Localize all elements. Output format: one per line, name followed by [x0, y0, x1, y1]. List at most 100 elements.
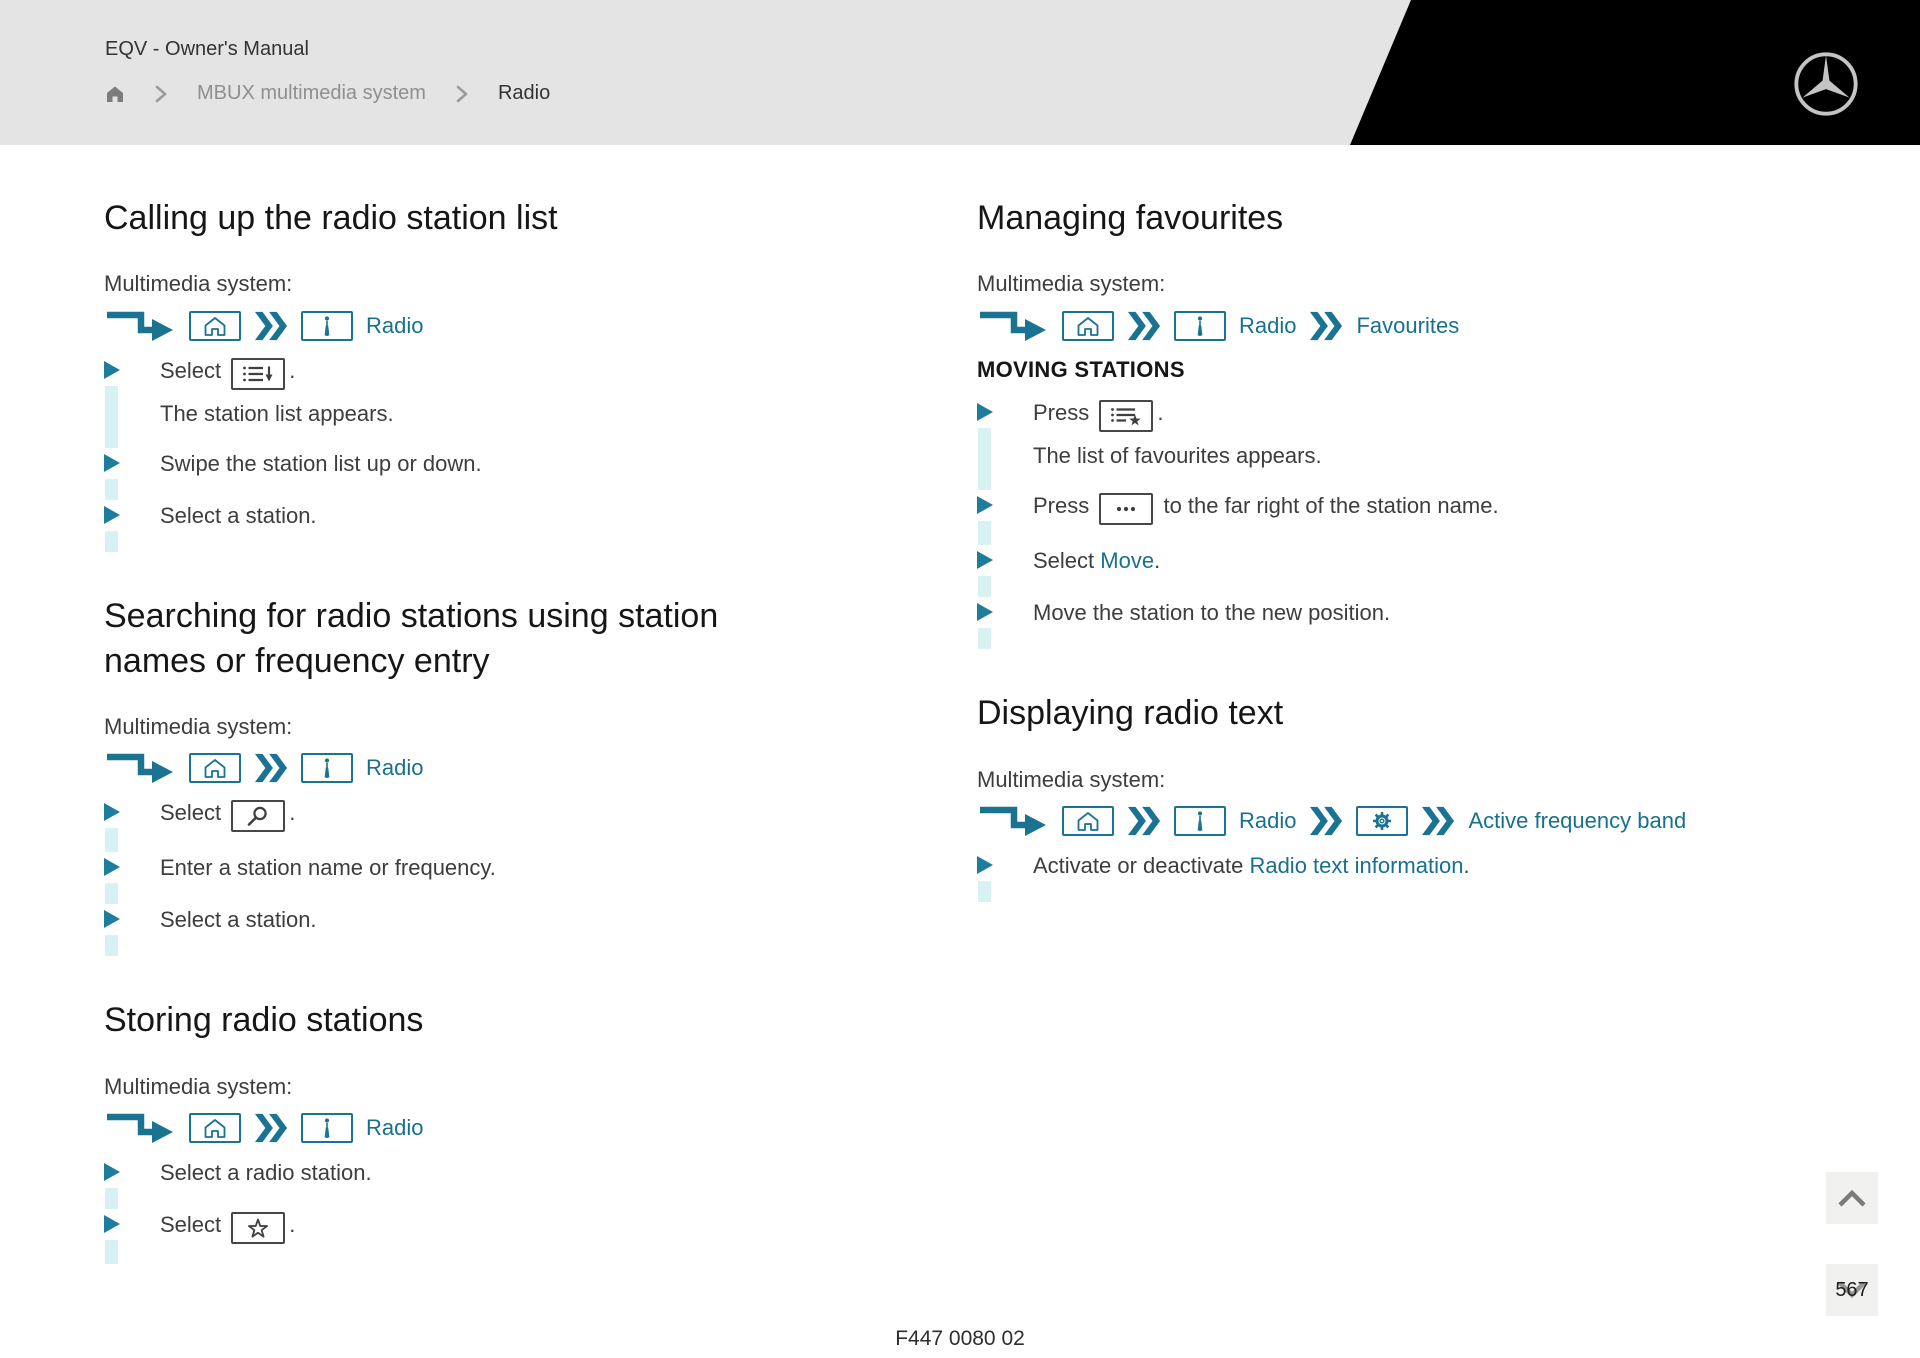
page-number: 567 — [1835, 1278, 1869, 1301]
subsection-heading: MOVING STATIONS — [977, 356, 1185, 382]
scroll-to-top-button[interactable] — [1826, 1172, 1878, 1224]
manual-title: EQV - Owner's Manual — [105, 38, 309, 60]
system-label: Multimedia system: — [104, 1073, 293, 1099]
step-text: Swipe the station list up or down. — [160, 451, 482, 477]
step-text: Select — [160, 800, 228, 826]
double-chevron-icon — [1421, 806, 1455, 836]
step: Select . — [104, 799, 804, 854]
menu-path: Radio Active frequency band — [977, 802, 1686, 840]
step-text: . — [1157, 399, 1164, 425]
radio-tower-icon — [301, 1113, 353, 1144]
menu-path: Radio — [104, 749, 804, 787]
radio-tower-icon — [1174, 310, 1226, 341]
step-text: . — [1154, 548, 1161, 574]
step-list: Activate or deactivate Radio text inform… — [977, 852, 1577, 904]
station-list-icon — [231, 357, 286, 390]
chevron-right-icon — [155, 84, 167, 104]
step: Select . — [104, 1211, 804, 1266]
path-arrow-icon — [104, 750, 176, 786]
path-arrow-icon — [104, 1110, 176, 1146]
system-label: Multimedia system: — [977, 271, 1166, 297]
step-result: The list of favourites appears. — [1033, 442, 1322, 468]
path-label-favourites: Favourites — [1356, 312, 1460, 338]
step: Select a radio station. — [104, 1159, 804, 1211]
step: Select . The station list appears. — [104, 357, 804, 451]
double-chevron-icon — [1309, 311, 1343, 341]
step-text: Select a station. — [160, 503, 317, 529]
step-text: Move the station to the new position. — [1033, 600, 1391, 626]
step-result: The station list appears. — [160, 400, 394, 426]
page-number-button[interactable]: 567 — [1826, 1264, 1878, 1316]
step-text: . — [289, 800, 296, 826]
step-text: Press — [1033, 493, 1096, 519]
breadcrumb-item-mbux[interactable]: MBUX multimedia system — [197, 82, 426, 105]
section-managing-favourites: Managing favourites Multimedia system: R… — [977, 196, 1577, 651]
step-text: Select a radio station. — [160, 1160, 372, 1186]
search-icon — [231, 800, 286, 833]
double-chevron-icon — [254, 753, 288, 783]
step: Activate or deactivate Radio text inform… — [977, 852, 1577, 904]
double-chevron-icon — [1309, 806, 1343, 836]
path-label-radio: Radio — [366, 1115, 424, 1141]
favourites-list-icon — [1099, 399, 1154, 432]
options-dots-icon — [1099, 493, 1154, 526]
home-button-icon — [189, 310, 241, 341]
menu-path: Radio — [104, 1109, 804, 1147]
step: Press . The list of favourites appears. — [977, 399, 1577, 493]
section-heading: Managing favourites — [977, 199, 1284, 237]
double-chevron-icon — [1127, 311, 1161, 341]
gear-icon — [1356, 806, 1409, 837]
system-label: Multimedia system: — [104, 271, 293, 297]
favourite-star-icon — [231, 1212, 286, 1245]
step-text: Select a station. — [160, 907, 317, 933]
step: Swipe the station list up or down. — [104, 450, 804, 502]
step-list: Select a radio station. Select . — [104, 1159, 804, 1266]
section-heading: Searching for radio stations using stati… — [104, 597, 719, 680]
menu-path: Radio — [104, 307, 804, 345]
section-heading: Storing radio stations — [104, 1001, 424, 1040]
system-label: Multimedia system: — [104, 713, 293, 739]
step-text: Press — [1033, 399, 1096, 425]
step-text: . — [289, 357, 296, 383]
breadcrumb-item-radio: Radio — [497, 82, 551, 104]
step-text: Select — [1033, 548, 1101, 574]
double-chevron-icon — [1127, 806, 1161, 836]
left-column: Calling up the radio station list Multim… — [104, 196, 804, 1306]
chevron-right-icon — [456, 84, 468, 104]
path-label-radio: Radio — [366, 755, 424, 781]
step-text: Activate or deactivate — [1033, 853, 1250, 879]
section-calling-up-station-list: Calling up the radio station list Multim… — [104, 196, 804, 554]
section-heading: Calling up the radio station list — [104, 199, 558, 237]
path-arrow-icon — [104, 308, 176, 344]
home-icon[interactable] — [105, 85, 125, 103]
step: Select a station. — [104, 906, 804, 958]
double-chevron-icon — [254, 1113, 288, 1143]
step: Move the station to the new position. — [977, 599, 1577, 651]
step: Select Move. — [977, 547, 1577, 599]
radio-text-information-label: Radio text information — [1249, 853, 1464, 879]
double-chevron-icon — [254, 311, 288, 341]
home-button-icon — [189, 1113, 241, 1144]
home-button-icon — [1062, 310, 1114, 341]
step-text: Enter a station name or frequency. — [160, 855, 496, 881]
section-storing-stations: Storing radio stations Multimedia system… — [104, 998, 804, 1266]
section-heading: Displaying radio text — [977, 694, 1284, 733]
step: Select a station. — [104, 502, 804, 554]
step-list: Select . Enter a station name or frequen… — [104, 799, 804, 958]
path-arrow-icon — [977, 308, 1049, 344]
figure-code: F447 0080 02 — [895, 1327, 1025, 1350]
step-text: Select — [160, 357, 228, 383]
home-button-icon — [189, 753, 241, 784]
step-list: Select . The station list appears. Swipe… — [104, 357, 804, 555]
path-label-radio: Radio — [366, 312, 424, 338]
step-text: to the far right of the station name. — [1157, 493, 1499, 519]
section-displaying-radio-text: Displaying radio text Multimedia system:… — [977, 691, 1686, 904]
path-label-radio: Radio — [1239, 808, 1297, 834]
step-text: Select — [160, 1212, 228, 1238]
step: Enter a station name or frequency. — [104, 854, 804, 906]
system-label: Multimedia system: — [977, 766, 1166, 792]
section-searching-stations: Searching for radio stations using stati… — [104, 594, 804, 958]
step-text: . — [289, 1212, 296, 1238]
radio-tower-icon — [301, 310, 353, 341]
menu-path: Radio Favourites — [977, 307, 1577, 345]
